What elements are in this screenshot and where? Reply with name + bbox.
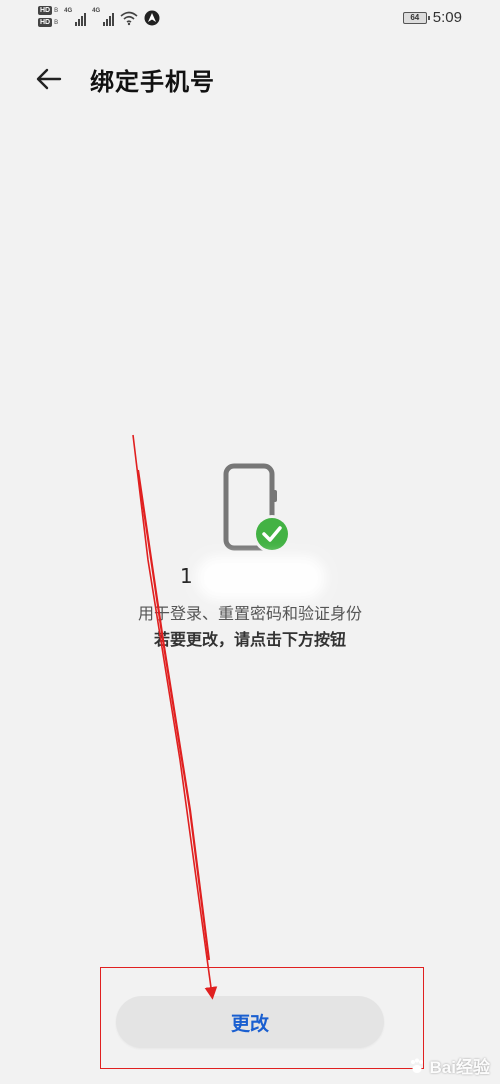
status-right: 64 5:09 <box>402 9 462 26</box>
check-circle-icon <box>256 518 288 550</box>
battery-icon: 64 <box>402 11 430 24</box>
hd-indicators: HD B HD B <box>38 6 58 27</box>
network-type: 4G <box>64 8 73 14</box>
hd-badge: HD <box>38 6 53 15</box>
wifi-icon <box>120 11 138 26</box>
signal-icon: 4G <box>92 8 115 26</box>
watermark: Bai经验 <box>408 1053 490 1078</box>
hd-badge: HD <box>38 18 53 27</box>
status-left: HD B HD B 4G 4G <box>38 6 160 27</box>
notification-app-icon <box>144 10 160 26</box>
privacy-blur <box>196 556 326 600</box>
back-arrow-icon[interactable] <box>34 64 64 94</box>
page-title: 绑定手机号 <box>90 68 215 96</box>
usage-description: 用于登录、重置密码和验证身份 <box>137 604 362 623</box>
status-bar: HD B HD B 4G 4G 64 5:09 <box>0 0 500 36</box>
phone-verified-icon <box>223 463 291 553</box>
hd-sub: B <box>54 19 59 26</box>
signal-icon: 4G <box>64 8 87 26</box>
change-button[interactable]: 更改 <box>116 996 384 1048</box>
change-instruction: 若要更改，请点击下方按钮 <box>153 630 346 649</box>
watermark-text: Bai经验 <box>429 1058 490 1077</box>
paw-logo-icon <box>410 1058 423 1073</box>
screen: HD B HD B 4G 4G 64 5:09 绑定手机号 1 用于登录、重置密… <box>0 0 500 1084</box>
hd-sub: B <box>54 7 59 14</box>
network-type: 4G <box>92 8 101 14</box>
app-bar: 绑定手机号 <box>0 56 500 104</box>
clock: 5:09 <box>432 9 462 26</box>
